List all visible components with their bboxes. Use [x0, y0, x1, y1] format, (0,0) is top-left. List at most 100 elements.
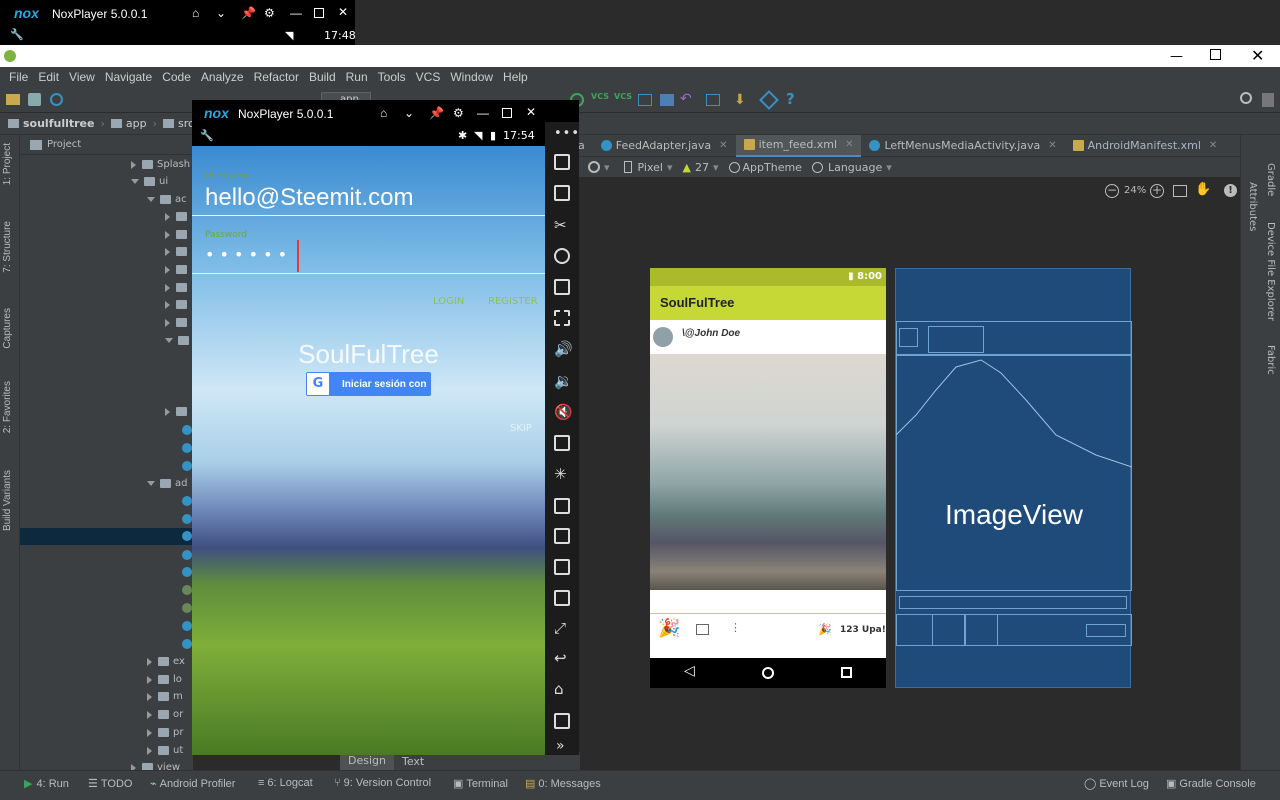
- event-log-icon[interactable]: [1262, 93, 1274, 107]
- menu-run[interactable]: Run: [341, 70, 373, 84]
- tree-item-folder[interactable]: [165, 208, 191, 225]
- maximize-icon[interactable]: [314, 8, 324, 18]
- close-tab-icon[interactable]: ✕: [719, 140, 727, 151]
- run-tool-button[interactable]: ▶ 4: Run: [24, 777, 69, 791]
- api-dropdown[interactable]: 27: [695, 161, 709, 174]
- comment-icon[interactable]: [696, 624, 709, 635]
- tree-item-splash[interactable]: Splash: [131, 156, 190, 173]
- tree-item-lo[interactable]: lo: [147, 671, 182, 688]
- tree-item-folder[interactable]: [165, 403, 191, 420]
- minimize-icon[interactable]: —: [290, 6, 302, 20]
- apk-icon[interactable]: [554, 279, 570, 295]
- vcs-tool-button[interactable]: ⑂ 9: Version Control: [334, 777, 431, 789]
- pin-icon[interactable]: 📌: [429, 106, 444, 120]
- orientation-icon[interactable]: [588, 161, 600, 173]
- menu-vcs[interactable]: VCS: [411, 70, 446, 84]
- tab-left-menus[interactable]: LeftMenusMediaActivity.java ✕: [861, 135, 1064, 157]
- expand-icon[interactable]: »: [556, 738, 565, 754]
- username-input[interactable]: hello@Steemit.com: [205, 184, 413, 212]
- tree-item-ut[interactable]: ut: [147, 742, 183, 759]
- screen-icon[interactable]: [554, 154, 570, 170]
- zoom-in-icon[interactable]: +: [1150, 184, 1164, 198]
- tool-tab-attributes[interactable]: Attributes: [1247, 182, 1258, 231]
- home-icon[interactable]: ⌂: [554, 680, 564, 698]
- logcat-tool-button[interactable]: ≡ 6: Logcat: [258, 777, 313, 789]
- device-manager-icon[interactable]: [706, 94, 720, 106]
- open-folder-icon[interactable]: [6, 94, 20, 105]
- close-icon[interactable]: ✕: [1251, 46, 1264, 65]
- menu-help[interactable]: Help: [498, 70, 533, 84]
- register-button[interactable]: REGISTER: [488, 296, 538, 307]
- mute-icon[interactable]: 🔇: [554, 403, 573, 421]
- tool-tab-build-variants[interactable]: Build Variants: [2, 470, 13, 531]
- menu-code[interactable]: Code: [157, 70, 196, 84]
- profiler-tool-button[interactable]: ⌁ Android Profiler: [150, 777, 235, 791]
- gamepad-icon[interactable]: [554, 590, 570, 606]
- tree-item-folder[interactable]: [165, 314, 191, 331]
- search-everywhere-icon[interactable]: [1240, 92, 1252, 104]
- back-icon[interactable]: ↩: [554, 649, 567, 667]
- vcs-update-icon[interactable]: VCS: [591, 92, 609, 101]
- zoom-out-icon[interactable]: −: [1105, 184, 1119, 198]
- login-button[interactable]: LOGIN: [433, 296, 464, 307]
- tool-tab-gradle[interactable]: Gradle: [1265, 163, 1276, 196]
- menu-window[interactable]: Window: [445, 70, 498, 84]
- google-sign-in-button[interactable]: G Iniciar sesión con: [306, 372, 431, 396]
- project-panel-title[interactable]: Project: [47, 139, 81, 150]
- tool-tab-project[interactable]: 1: Project: [2, 143, 13, 185]
- minimize-icon[interactable]: —: [1170, 49, 1183, 64]
- more-icon[interactable]: ⋮: [730, 621, 741, 634]
- tree-item-pr[interactable]: pr: [147, 724, 183, 741]
- record-icon[interactable]: [554, 528, 570, 544]
- menu-edit[interactable]: Edit: [33, 70, 64, 84]
- tree-item-folder[interactable]: [165, 332, 193, 349]
- tree-selected-row[interactable]: [20, 528, 193, 545]
- skip-button[interactable]: SKIP: [510, 423, 532, 434]
- menu-build[interactable]: Build: [304, 70, 341, 84]
- password-input[interactable]: • • • • • •: [205, 245, 287, 264]
- recents-icon[interactable]: [554, 713, 570, 729]
- language-dropdown[interactable]: Language: [828, 161, 882, 174]
- chevron-down-icon[interactable]: ⌄: [404, 106, 414, 120]
- close-tab-icon[interactable]: ✕: [845, 139, 853, 150]
- menu-navigate[interactable]: Navigate: [100, 70, 157, 84]
- tree-item-or[interactable]: or: [147, 706, 183, 723]
- tree-item-ac[interactable]: ac: [147, 191, 187, 208]
- theme-dropdown[interactable]: AppTheme: [743, 161, 802, 174]
- tree-item-view[interactable]: view: [131, 759, 180, 770]
- tree-item-folder[interactable]: [165, 226, 191, 243]
- menu-view[interactable]: View: [64, 70, 100, 84]
- party-icon[interactable]: 🎉: [658, 618, 680, 639]
- gear-icon[interactable]: ⚙: [453, 106, 464, 120]
- minimize-icon[interactable]: —: [477, 106, 489, 120]
- save-icon[interactable]: [28, 93, 41, 106]
- tree-item-folder[interactable]: [165, 296, 191, 313]
- pan-hand-icon[interactable]: ✋: [1195, 182, 1211, 197]
- menu-analyze[interactable]: Analyze: [196, 70, 249, 84]
- chevron-down-icon[interactable]: ⌄: [216, 6, 226, 20]
- home-icon[interactable]: ⌂: [380, 106, 387, 120]
- volume-up-icon[interactable]: 🔊: [554, 340, 573, 358]
- tab-partial[interactable]: a: [578, 135, 593, 157]
- todo-tool-button[interactable]: ☰ TODO: [88, 777, 132, 791]
- resize-icon[interactable]: ⤢: [554, 619, 566, 637]
- vcs-commit-icon[interactable]: VCS: [614, 92, 632, 101]
- tool-tab-captures[interactable]: Captures: [2, 308, 13, 349]
- tab-feed-adapter[interactable]: FeedAdapter.java ✕: [593, 135, 736, 157]
- tree-item-folder[interactable]: [165, 261, 191, 278]
- help-icon[interactable]: ?: [786, 90, 795, 108]
- location-icon[interactable]: [554, 248, 570, 264]
- menu-tools[interactable]: Tools: [373, 70, 411, 84]
- tree-item-ad[interactable]: ad: [147, 475, 187, 492]
- blueprint-view[interactable]: ImageView: [895, 268, 1132, 688]
- close-tab-icon[interactable]: ✕: [1209, 140, 1217, 151]
- menu-refactor[interactable]: Refactor: [249, 70, 304, 84]
- sync-icon[interactable]: [50, 93, 63, 106]
- gear-icon[interactable]: ⚙: [264, 6, 275, 20]
- tool-tab-fabric[interactable]: Fabric: [1265, 345, 1276, 375]
- tab-manifest[interactable]: AndroidManifest.xml ✕: [1065, 135, 1226, 157]
- gradle-console-button[interactable]: ▣ Gradle Console: [1166, 777, 1256, 791]
- tree-item-ex[interactable]: ex: [147, 653, 185, 670]
- event-log-button[interactable]: ◯ Event Log: [1084, 777, 1149, 791]
- breadcrumb-project[interactable]: soulfulltree: [23, 117, 94, 130]
